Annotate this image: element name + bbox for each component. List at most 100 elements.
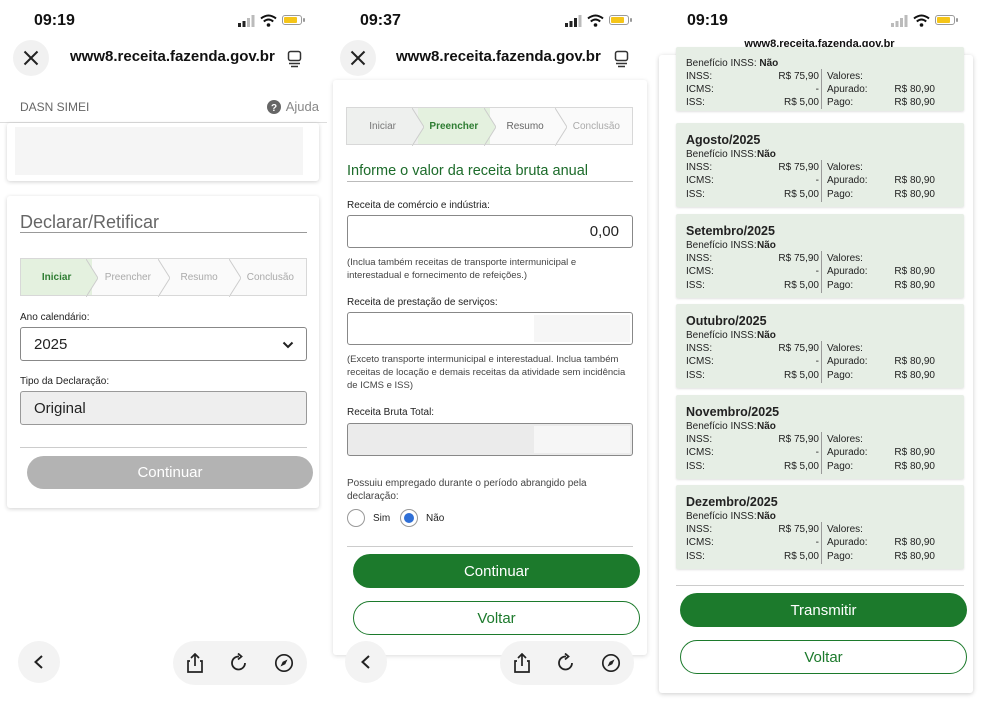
pago-label: Pago: <box>827 460 854 472</box>
close-icon <box>23 50 39 66</box>
column-divider <box>821 160 822 202</box>
month-card: Setembro/2025 Benefício INSS: Não INSS: R$ 7… <box>676 213 964 298</box>
share-icon[interactable] <box>186 653 204 673</box>
icms-value: - <box>815 265 819 277</box>
benefit-value: Não <box>757 239 776 251</box>
icms-value: - <box>815 537 819 548</box>
wifi-icon <box>913 14 930 27</box>
back-button[interactable] <box>18 641 60 683</box>
column-divider <box>821 341 822 383</box>
inss-label: INSS: <box>686 252 713 264</box>
total-label: Receita Bruta Total: <box>347 407 435 418</box>
screen-preencher: 09:37 www8.receita.fazenda.gov.br Inicia… <box>327 0 655 707</box>
inss-value: R$ 75,90 <box>778 433 819 445</box>
screen-resumo: 09:19 www8.receita.fazenda.gov.br Benefí… <box>655 0 984 707</box>
compass-icon[interactable] <box>601 653 621 673</box>
services-hint: (Exceto transporte intermunicipal e inte… <box>347 354 626 391</box>
pago-value: R$ 80,90 <box>894 551 935 562</box>
icms-value: - <box>815 175 819 186</box>
form-card: Iniciar Preencher Resumo Conclusão Infor… <box>333 80 647 655</box>
total-field <box>347 423 633 456</box>
help-label: Ajuda <box>285 99 319 114</box>
app-name: DASN SIMEI <box>20 100 90 114</box>
signal-icon <box>891 15 908 27</box>
column-divider <box>821 250 822 293</box>
tabs-icon[interactable] <box>287 50 303 68</box>
icms-label: ICMS: <box>686 356 714 367</box>
reload-icon[interactable] <box>230 653 248 673</box>
back-button[interactable] <box>345 641 387 683</box>
transmit-button[interactable]: Transmitir <box>680 593 967 627</box>
iss-label: ISS: <box>686 551 705 562</box>
stepper: Iniciar Preencher Resumo Conclusão <box>346 107 633 146</box>
benefit-value: Não <box>757 420 776 432</box>
tabs-icon[interactable] <box>614 50 630 68</box>
wifi-icon <box>587 14 604 27</box>
pago-label: Pago: <box>827 370 854 381</box>
help-link[interactable]: ? Ajuda <box>266 99 319 114</box>
browser-bar: www8.receita.fazenda.gov.br <box>0 40 327 76</box>
radio-no[interactable]: Não <box>400 509 444 527</box>
back-form-button[interactable]: Voltar <box>353 601 640 635</box>
iss-value: R$ 5,00 <box>783 279 819 291</box>
signal-icon <box>238 15 255 27</box>
back-form-button[interactable]: Voltar <box>680 640 967 674</box>
wifi-icon <box>260 14 277 27</box>
iss-label: ISS: <box>686 279 705 291</box>
reload-icon[interactable] <box>557 653 575 673</box>
icms-value: - <box>815 356 819 367</box>
icms-label: ICMS: <box>686 446 714 458</box>
apurado-label: Apurado: <box>827 446 868 458</box>
services-input[interactable] <box>347 312 633 345</box>
month-card-partial: Benefício INSS: Não INSS: R$ 75,90 ICMS:… <box>676 47 964 111</box>
battery-icon <box>609 15 632 25</box>
continue-button[interactable]: Continuar <box>353 554 640 588</box>
url-text[interactable]: www8.receita.fazenda.gov.br <box>70 48 275 65</box>
employee-question: Possuiu empregado durante o período abra… <box>347 478 587 502</box>
browser-actions <box>173 641 307 685</box>
radio-yes[interactable]: Sim <box>347 509 390 527</box>
iss-value: R$ 5,00 <box>783 370 819 381</box>
compass-icon[interactable] <box>274 653 294 673</box>
apurado-value: R$ 80,90 <box>894 356 935 367</box>
apurado-label: Apurado: <box>827 265 868 277</box>
iss-value: R$ 5,00 <box>783 551 819 562</box>
status-time: 09:19 <box>687 12 728 29</box>
browser-bar: www8.receita.fazenda.gov.br <box>327 40 655 76</box>
close-icon <box>350 50 366 66</box>
month-card: Novembro/2025 Benefício INSS: Não INSS: R$ 7… <box>676 394 964 479</box>
pago-label: Pago: <box>827 551 854 562</box>
close-button[interactable] <box>13 40 49 76</box>
apurado-value: R$ 80,90 <box>894 537 935 548</box>
type-field: Original <box>20 391 307 425</box>
valores-label: Valores: <box>827 162 863 173</box>
apurado-value: R$ 80,90 <box>894 175 935 186</box>
benefit-label: Benefício INSS: <box>686 420 757 432</box>
month-card: Agosto/2025 Benefício INSS: Não INSS: R$ 75,… <box>676 123 964 207</box>
icms-value: - <box>815 446 819 458</box>
screen-declarar: 09:19 www8.receita.fazenda.gov.br DASN S… <box>0 0 327 707</box>
apurado-value: R$ 80,90 <box>894 265 935 277</box>
iss-label: ISS: <box>686 370 705 381</box>
url-text[interactable]: www8.receita.fazenda.gov.br <box>396 48 601 65</box>
declaration-card: Declarar/Retificar Iniciar Preencher Res… <box>7 196 319 508</box>
chevron-down-icon <box>282 341 294 349</box>
status-bar: 09:19 <box>0 0 327 40</box>
apurado-label: Apurado: <box>827 175 868 186</box>
section-heading: Informe o valor da receita bruta anual <box>347 163 588 179</box>
browser-actions <box>500 641 634 685</box>
step-iniciar: Iniciar <box>347 108 425 146</box>
commerce-label: Receita de comércio e indústria: <box>347 200 490 211</box>
step-conclusao: Conclusão <box>246 271 294 283</box>
continue-button[interactable]: Continuar <box>27 456 313 489</box>
services-label: Receita de prestação de serviços: <box>347 297 498 308</box>
previous-card <box>7 123 319 181</box>
commerce-input[interactable]: 0,00 <box>347 215 633 248</box>
status-time: 09:19 <box>34 12 75 29</box>
benefit-label: Benefício INSS: <box>686 239 757 251</box>
column-divider <box>821 431 822 474</box>
close-button[interactable] <box>340 40 376 76</box>
share-icon[interactable] <box>513 653 531 673</box>
year-select[interactable]: 2025 <box>20 327 307 361</box>
battery-icon <box>282 15 305 25</box>
